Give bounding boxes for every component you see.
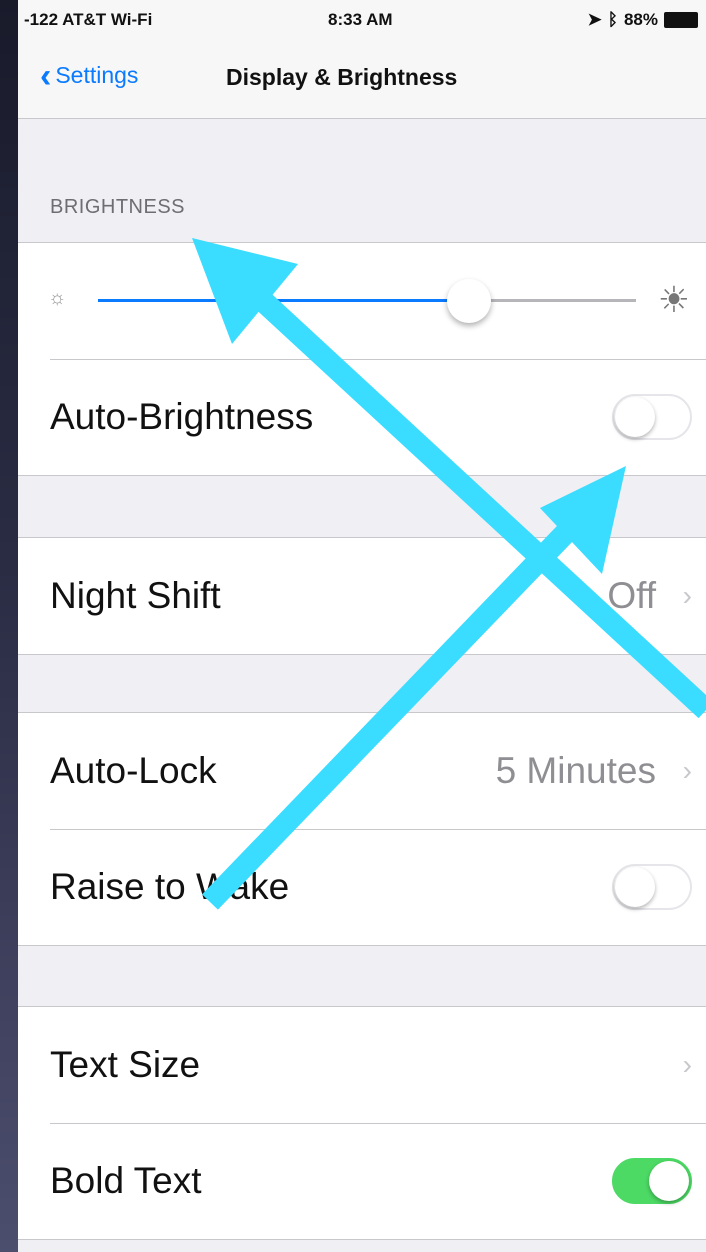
night-shift-group: Night Shift Off › xyxy=(18,537,706,655)
auto-lock-row[interactable]: Auto-Lock 5 Minutes › xyxy=(18,713,706,829)
auto-lock-value: 5 Minutes xyxy=(495,750,656,791)
chevron-left-icon: ‹ xyxy=(40,56,52,95)
navigation-bar: ‹ Settings Display & Brightness xyxy=(18,40,706,119)
brightness-slider[interactable] xyxy=(98,279,636,323)
chevron-right-icon: › xyxy=(682,580,692,611)
raise-to-wake-label: Raise to Wake xyxy=(50,866,290,907)
auto-lock-label: Auto-Lock xyxy=(50,750,217,791)
toggle-knob xyxy=(615,397,655,437)
back-button[interactable]: ‹ Settings xyxy=(40,56,139,95)
night-shift-row[interactable]: Night Shift Off › xyxy=(18,538,706,654)
auto-brightness-toggle[interactable] xyxy=(612,394,692,440)
slider-fill xyxy=(98,299,470,302)
sun-large-icon: ☀ xyxy=(657,279,690,320)
slider-knob[interactable] xyxy=(447,279,492,323)
status-right: ➤ ᛒ 88% xyxy=(588,10,698,30)
toggle-knob xyxy=(649,1161,689,1201)
raise-to-wake-row[interactable]: Raise to Wake xyxy=(18,829,706,945)
carrier-label: -122 AT&T Wi-Fi xyxy=(24,10,153,29)
sun-small-icon: ☼ xyxy=(48,287,67,309)
bold-text-label: Bold Text xyxy=(50,1160,202,1201)
brightness-group: ☼ ☀ Auto-Brightness xyxy=(18,242,706,476)
brightness-slider-row: ☼ ☀ xyxy=(18,243,706,359)
night-shift-value: Off xyxy=(607,575,656,616)
night-shift-label: Night Shift xyxy=(50,575,221,616)
bluetooth-icon: ᛒ xyxy=(607,10,618,29)
text-group: Text Size › Bold Text xyxy=(18,1006,706,1240)
auto-brightness-row[interactable]: Auto-Brightness xyxy=(18,359,706,475)
battery-icon xyxy=(664,12,698,28)
chevron-right-icon: › xyxy=(682,1049,692,1080)
lock-group: Auto-Lock 5 Minutes › Raise to Wake xyxy=(18,712,706,946)
bold-text-row[interactable]: Bold Text xyxy=(18,1123,706,1239)
text-size-row[interactable]: Text Size › xyxy=(18,1007,706,1123)
auto-brightness-label: Auto-Brightness xyxy=(50,396,314,437)
bold-text-toggle[interactable] xyxy=(612,1158,692,1204)
text-size-label: Text Size xyxy=(50,1044,201,1085)
phone-screen: -122 AT&T Wi-Fi 8:33 AM ➤ ᛒ 88% ‹ Settin… xyxy=(18,0,706,1252)
page-title: Display & Brightness xyxy=(226,64,458,90)
back-label: Settings xyxy=(55,62,139,88)
raise-to-wake-toggle[interactable] xyxy=(612,864,692,910)
location-icon: ➤ xyxy=(587,10,602,29)
chevron-right-icon: › xyxy=(682,755,692,786)
section-header-brightness: BRIGHTNESS xyxy=(50,196,186,218)
toggle-knob xyxy=(615,867,655,907)
battery-percent: 88% xyxy=(623,10,658,29)
status-bar: -122 AT&T Wi-Fi 8:33 AM ➤ ᛒ 88% xyxy=(18,0,706,40)
clock: 8:33 AM xyxy=(328,10,393,29)
